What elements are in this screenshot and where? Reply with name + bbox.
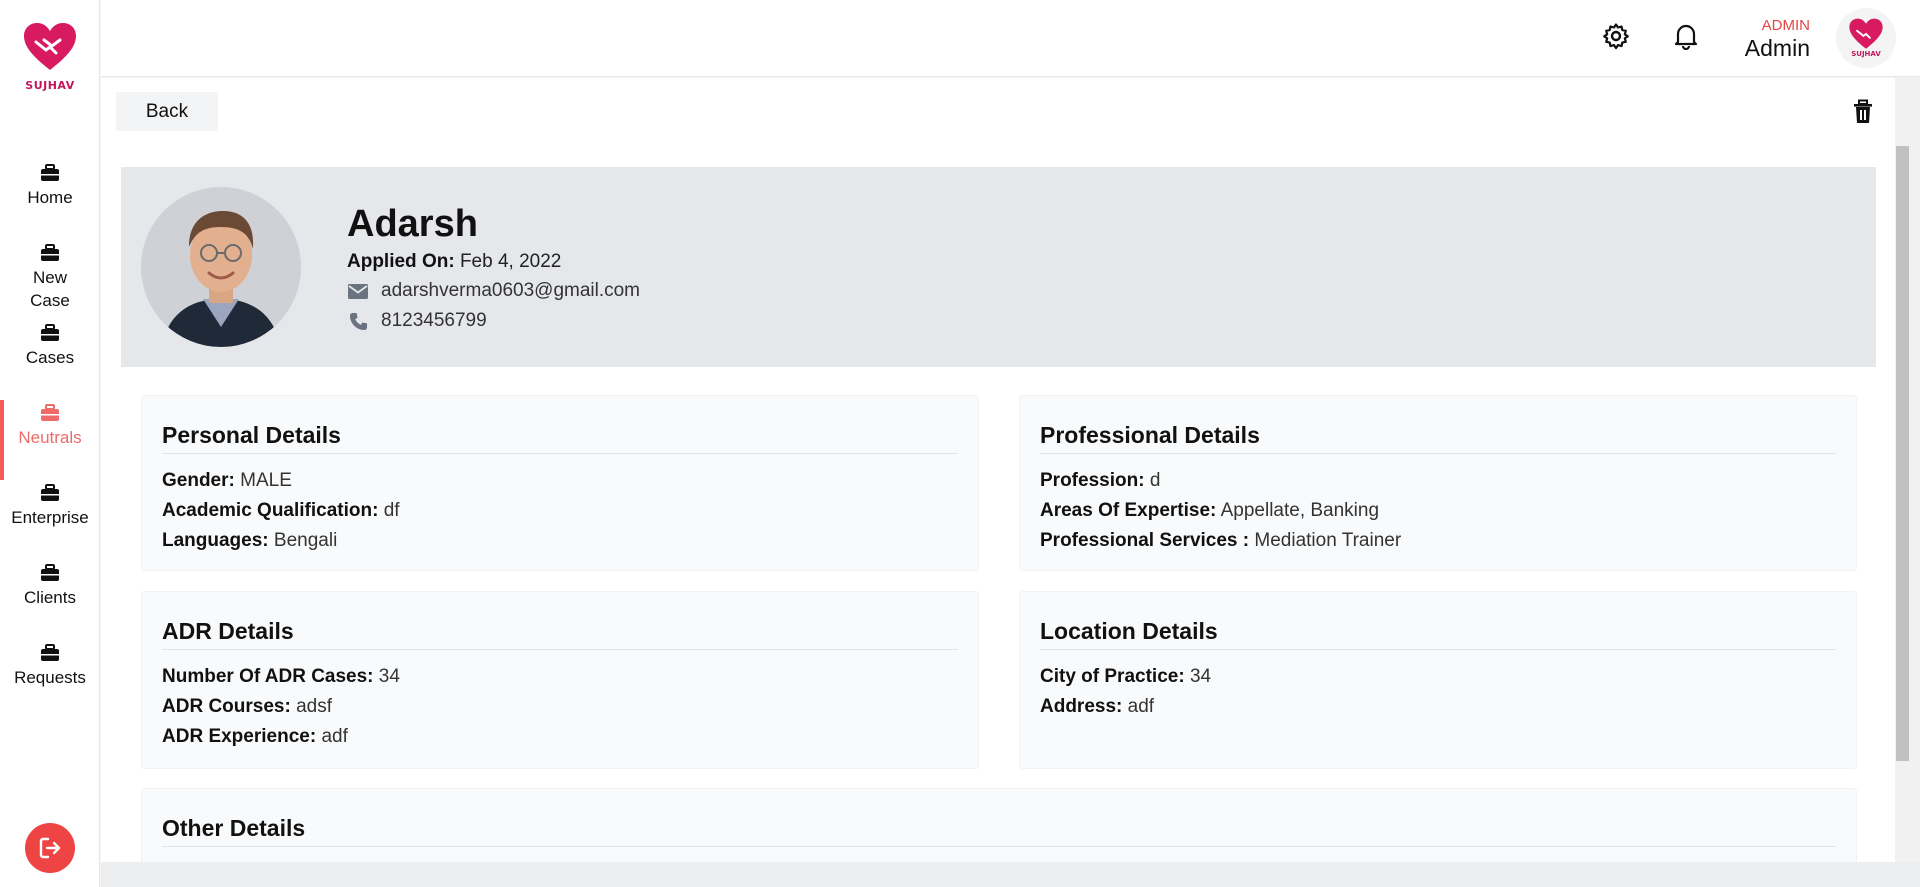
address-row: Address: adf	[1040, 692, 1836, 722]
sidebar-item-new-case[interactable]: New Case	[0, 240, 100, 320]
field-value: Mediation Trainer	[1254, 530, 1402, 551]
sidebar-item-label: Cases	[25, 348, 75, 367]
sidebar-item-label: New Case	[30, 268, 70, 310]
brand-logo-text: SUJHAV	[25, 79, 75, 92]
field-value: adf	[321, 726, 348, 747]
avatar[interactable]: SUJHAV	[1836, 8, 1896, 68]
qualification-row: Academic Qualification: df	[162, 496, 958, 526]
avatar-brand-text: SUJHAV	[1851, 50, 1881, 58]
profession-row: Profession: d	[1040, 466, 1836, 496]
briefcase-icon	[41, 404, 59, 421]
field-value: MALE	[240, 470, 292, 491]
personal-details-card: Personal Details Gender: MALE Academic Q…	[141, 395, 979, 571]
professional-details-card: Professional Details Profession: d Areas…	[1019, 395, 1857, 571]
sidebar-item-clients[interactable]: Clients	[0, 560, 100, 640]
notifications-button[interactable]	[1670, 20, 1702, 52]
logout-button[interactable]	[25, 823, 75, 873]
field-value: adf	[1127, 696, 1155, 717]
logout-icon	[39, 837, 61, 859]
sidebar-item-enterprise[interactable]: Enterprise	[0, 480, 100, 560]
gender-row: Gender: MALE	[162, 466, 958, 496]
profile-phone-row: 8123456799	[347, 310, 487, 332]
other-details-card: Other Details	[141, 788, 1857, 862]
sidebar-item-label: Home	[27, 188, 73, 207]
adr-cases-row: Number Of ADR Cases: 34	[162, 662, 958, 692]
services-row: Professional Services : Mediation Traine…	[1040, 526, 1836, 556]
main-content: Back Adarsh Applied On: Feb 4, 2022 adar…	[101, 78, 1895, 862]
settings-button[interactable]	[1600, 20, 1632, 52]
profile-phone[interactable]: 8123456799	[381, 310, 487, 332]
bell-icon	[1674, 24, 1698, 50]
location-details-card: Location Details City of Practice: 34 Ad…	[1019, 591, 1857, 769]
profile-header-card: Adarsh Applied On: Feb 4, 2022 adarshver…	[121, 167, 1876, 367]
sidebar-item-cases[interactable]: Cases	[0, 320, 100, 400]
briefcase-icon	[41, 644, 59, 661]
gear-icon	[1603, 23, 1629, 50]
sidebar: SUJHAV Home New Case Cases Neutrals Ente…	[0, 0, 100, 887]
trash-icon[interactable]	[1851, 99, 1875, 125]
adr-courses-row: ADR Courses: adsf	[162, 692, 958, 722]
phone-icon	[347, 311, 369, 331]
briefcase-icon	[41, 484, 59, 501]
adr-experience-row: ADR Experience: adf	[162, 722, 958, 752]
field-label: Profession:	[1040, 470, 1145, 491]
field-label: City of Practice:	[1040, 666, 1185, 687]
field-value: Appellate, Banking	[1220, 500, 1380, 521]
section-title: Other Details	[162, 789, 1836, 847]
profile-applied-on: Applied On: Feb 4, 2022	[347, 251, 561, 273]
sidebar-nav: Home New Case Cases Neutrals Enterprise …	[0, 160, 100, 720]
sidebar-item-neutrals[interactable]: Neutrals	[0, 400, 100, 480]
field-label: Professional Services :	[1040, 530, 1250, 551]
heart-handshake-logo-icon	[1849, 18, 1883, 49]
heart-handshake-logo-icon	[24, 23, 76, 70]
user-name: Admin	[1744, 35, 1810, 61]
user-role: ADMIN	[1761, 17, 1810, 34]
sidebar-item-label: Requests	[14, 668, 86, 687]
sidebar-item-requests[interactable]: Requests	[0, 640, 100, 720]
sidebar-item-home[interactable]: Home	[0, 160, 100, 240]
field-label: Gender:	[162, 470, 235, 491]
briefcase-icon	[41, 324, 59, 341]
section-title: Location Details	[1040, 592, 1836, 650]
section-title: Professional Details	[1040, 396, 1836, 454]
envelope-icon	[347, 281, 369, 301]
back-button[interactable]: Back	[116, 92, 218, 131]
sidebar-item-label: Enterprise	[11, 508, 89, 527]
brand-logo[interactable]: SUJHAV	[0, 22, 100, 92]
field-value: 34	[1189, 666, 1212, 687]
field-label: ADR Courses:	[162, 696, 291, 717]
briefcase-icon	[41, 244, 59, 261]
section-title: ADR Details	[162, 592, 958, 650]
field-value: d	[1149, 470, 1161, 491]
field-value: df	[383, 500, 400, 521]
sidebar-item-label: Clients	[24, 588, 76, 607]
field-label: Number Of ADR Cases:	[162, 666, 374, 687]
briefcase-icon	[41, 164, 59, 181]
expertise-row: Areas Of Expertise: Appellate, Banking	[1040, 496, 1836, 526]
profile-photo	[141, 187, 301, 347]
top-bar: ADMIN Admin SUJHAV	[101, 0, 1920, 77]
scrollbar-thumb[interactable]	[1896, 146, 1909, 761]
field-value: Bengali	[273, 530, 338, 551]
bottom-edge	[101, 862, 1920, 887]
field-label: Areas Of Expertise:	[1040, 500, 1217, 521]
applied-on-label: Applied On:	[347, 251, 455, 272]
city-row: City of Practice: 34	[1040, 662, 1836, 692]
profile-email-row: adarshverma0603@gmail.com	[347, 280, 640, 302]
languages-row: Languages: Bengali	[162, 526, 958, 556]
applied-on-value: Feb 4, 2022	[459, 251, 562, 272]
section-title: Personal Details	[162, 396, 958, 454]
field-label: ADR Experience:	[162, 726, 317, 747]
adr-details-card: ADR Details Number Of ADR Cases: 34 ADR …	[141, 591, 979, 769]
sidebar-item-label: Neutrals	[18, 428, 82, 447]
field-value: 34	[378, 666, 400, 687]
profile-photo-image	[141, 187, 301, 347]
profile-name: Adarsh	[347, 203, 478, 245]
field-value: adsf	[296, 696, 333, 717]
briefcase-icon	[41, 564, 59, 581]
field-label: Address:	[1040, 696, 1123, 717]
field-label: Languages:	[162, 530, 269, 551]
profile-email[interactable]: adarshverma0603@gmail.com	[381, 280, 640, 302]
field-label: Academic Qualification:	[162, 500, 379, 521]
